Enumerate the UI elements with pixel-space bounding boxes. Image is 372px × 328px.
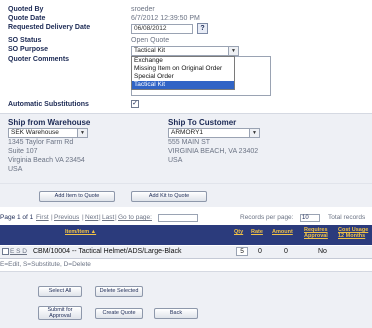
column-header-item[interactable]: Item/Item ▲ (65, 229, 96, 235)
table-row: E S D CBM/10004 -- Tactical Helmet/ADS/L… (0, 246, 372, 259)
goto-page-input[interactable] (158, 214, 198, 222)
create-quote-button[interactable]: Create Quote (95, 308, 143, 319)
column-header-requires-approval[interactable]: Requires Approval (304, 227, 332, 239)
so-purpose-dropdown[interactable]: Exchange Missing Item on Original Order … (131, 56, 235, 90)
so-purpose-option[interactable]: Missing Item on Original Order (132, 65, 234, 73)
quoter-comments-label: Quoter Comments (8, 56, 70, 63)
grid-header: Item/Item ▲ Qty Rate Amount Requires App… (0, 225, 372, 245)
ship-from-label: Ship from Warehouse (8, 118, 91, 127)
ship-from-selected: SEK Warehouse (11, 129, 59, 136)
ship-to-selected: ARMORY1 (171, 129, 204, 136)
goto-page-label[interactable]: Go to page: (118, 214, 152, 221)
total-records-label: Total records (328, 214, 366, 221)
so-purpose-option[interactable]: Exchange (132, 57, 234, 65)
add-kit-button[interactable]: Add Kit to Quote (131, 191, 207, 202)
chevron-down-icon[interactable]: ▼ (228, 47, 238, 55)
row-select-checkbox[interactable] (2, 248, 9, 255)
row-amount: 0 (284, 248, 288, 255)
quote-date-label: Quote Date (8, 15, 46, 22)
so-purpose-selected: Tactical Kit (134, 47, 166, 54)
so-status-label: SO Status (8, 37, 42, 44)
column-header-rate[interactable]: Rate (251, 229, 263, 235)
help-icon[interactable]: ? (197, 23, 208, 34)
select-all-button[interactable]: Select All (38, 286, 82, 297)
pager-first-link[interactable]: First (36, 214, 49, 221)
ship-from-address-line: USA (8, 166, 23, 173)
ship-to-select[interactable]: ARMORY1 ▼ (168, 128, 260, 138)
ship-to-address-line: VIRGINIA BEACH, VA 23402 (168, 148, 259, 155)
records-per-page-input[interactable]: 10 (300, 214, 320, 222)
column-header-qty[interactable]: Qty (234, 229, 243, 235)
row-qty-input[interactable]: 5 (236, 247, 248, 256)
ship-from-select[interactable]: SEK Warehouse ▼ (8, 128, 88, 138)
so-purpose-option[interactable]: Special Order (132, 73, 234, 81)
add-item-button[interactable]: Add Item to Quote (39, 191, 115, 202)
ship-to-label: Ship To Customer (168, 118, 237, 127)
auto-subs-checkbox[interactable]: ✓ (131, 100, 139, 108)
chevron-down-icon[interactable]: ▼ (249, 129, 259, 137)
ship-from-address-line: 1345 Taylor Farm Rd (8, 139, 74, 146)
row-actions-legend: E=Edit, S=Substitute, D=Delete (0, 261, 91, 268)
page-summary: Page 1 of 1 (0, 214, 34, 221)
requested-delivery-label: Requested Delivery Date (8, 24, 91, 31)
row-requires-approval: No (318, 248, 327, 255)
row-rate: 0 (258, 248, 262, 255)
auto-subs-label: Automatic Substitutions (8, 101, 89, 108)
pager-next-link[interactable]: Next (85, 214, 98, 221)
column-header-amount[interactable]: Amount (272, 229, 293, 235)
pager-previous-link[interactable]: Previous (54, 214, 79, 221)
ship-from-address-line: Suite 107 (8, 148, 38, 155)
so-purpose-label: SO Purpose (8, 46, 49, 53)
ship-to-address-line: USA (168, 157, 183, 164)
records-per-page-label: Records per page: (240, 214, 294, 221)
row-item-name: CBM/10004 -- Tactical Helmet/ADS/Large-B… (33, 248, 182, 255)
pager-last-link[interactable]: Last (102, 214, 114, 221)
chevron-down-icon[interactable]: ▼ (77, 129, 87, 137)
ship-to-address-line: 555 MAIN ST (168, 139, 211, 146)
delete-selected-button[interactable]: Delete Selected (95, 286, 143, 297)
row-actions-links[interactable]: E S D (10, 248, 27, 255)
quote-date-value: 6/7/2012 12:39:50 PM (131, 15, 200, 22)
column-header-cost-usage[interactable]: Cost Usage 12 Months (338, 227, 372, 239)
so-status-value: Open Quote (131, 37, 170, 44)
requested-delivery-input[interactable]: 06/08/2012 (131, 24, 193, 34)
ship-from-address-line: Virginia Beach VA 23454 (8, 157, 85, 164)
so-purpose-select[interactable]: Tactical Kit ▼ (131, 46, 239, 56)
quoted-by-value: sroeder (131, 6, 155, 13)
quoted-by-label: Quoted By (8, 6, 44, 13)
so-purpose-option-selected[interactable]: Tactical Kit (132, 81, 234, 89)
back-button[interactable]: Back (154, 308, 198, 319)
submit-approval-button[interactable]: Submit for Approval (38, 306, 82, 320)
